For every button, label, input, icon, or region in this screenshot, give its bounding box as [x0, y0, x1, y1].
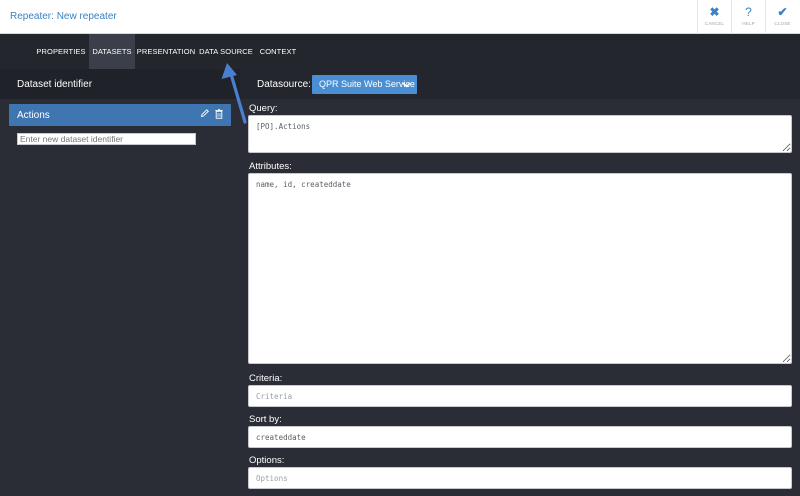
close-button-label: CLOSE — [774, 21, 791, 26]
sort-by-label: Sort by: — [249, 414, 282, 425]
tab-datasets[interactable]: DATASETS — [89, 34, 135, 69]
window-header: Repeater: New repeater ✖ CANCEL ? HELP ✔… — [0, 0, 800, 34]
dataset-item-label: Actions — [17, 110, 50, 121]
criteria-label: Criteria: — [249, 373, 283, 384]
dataset-identifier-heading: Dataset identifier — [17, 79, 93, 90]
close-icon: ✖ — [709, 5, 720, 19]
attributes-label: Attributes: — [249, 161, 292, 172]
cancel-button-label: CANCEL — [704, 21, 725, 26]
new-dataset-identifier-input[interactable] — [17, 133, 196, 145]
tab-properties[interactable]: PROPERTIES — [33, 34, 89, 69]
options-label: Options: — [249, 455, 285, 466]
help-icon: ? — [745, 5, 752, 19]
sort-by-input[interactable] — [248, 426, 792, 448]
annotation-arrow-icon — [221, 63, 247, 124]
options-input[interactable] — [248, 467, 792, 489]
help-button[interactable]: ? HELP — [731, 0, 765, 34]
dataset-item-actions[interactable]: Actions — [9, 104, 231, 126]
tab-context[interactable]: CONTEXT — [257, 34, 299, 69]
chevron-down-icon — [402, 75, 411, 101]
tab-bar: PROPERTIES DATASETS PRESENTATION DATA SO… — [0, 34, 800, 69]
check-icon: ✔ — [777, 5, 788, 19]
tab-presentation[interactable]: PRESENTATION — [136, 34, 196, 69]
help-button-label: HELP — [742, 21, 755, 26]
datasource-label: Datasource: — [257, 79, 311, 90]
pencil-icon[interactable] — [200, 108, 210, 121]
close-button[interactable]: ✔ CLOSE — [765, 0, 799, 34]
criteria-input[interactable] — [248, 385, 792, 407]
page-title: Repeater: New repeater — [10, 11, 117, 22]
cancel-button[interactable]: ✖ CANCEL — [697, 0, 731, 34]
datasource-value: QPR Suite Web Service — [319, 79, 415, 89]
query-textarea[interactable]: [PO].Actions — [248, 115, 792, 153]
datasource-select[interactable]: QPR Suite Web Service — [312, 75, 417, 94]
attributes-textarea[interactable]: name, id, createddate — [248, 173, 792, 364]
